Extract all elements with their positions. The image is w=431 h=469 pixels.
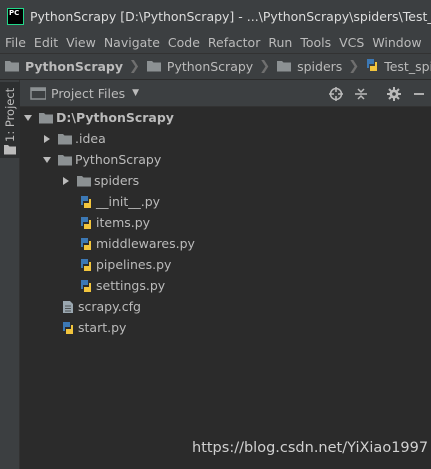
- breadcrumb-item[interactable]: PythonScrapy: [0, 59, 127, 75]
- breadcrumb-label: PythonScrapy: [166, 59, 254, 74]
- expand-arrow-icon[interactable]: [22, 107, 34, 128]
- folder-icon: [38, 110, 54, 126]
- python-file-icon: [78, 257, 94, 273]
- menu-refactor[interactable]: Refactor: [204, 35, 264, 50]
- title-bar: PC PythonScrapy [D:\PythonScrapy] - ...\…: [0, 0, 431, 32]
- panel-title[interactable]: Project Files: [51, 86, 125, 101]
- menu-run[interactable]: Run: [264, 35, 296, 50]
- collapse-all-icon[interactable]: [348, 80, 373, 107]
- tree-row-label: PythonScrapy: [75, 152, 162, 167]
- tree-row-label: __init__.py: [96, 194, 161, 209]
- menu-bar: File Edit View Navigate Code Refactor Ru…: [0, 32, 431, 53]
- tree-row-label: items.py: [96, 215, 151, 230]
- folder-icon: [30, 87, 47, 103]
- tree-row-file[interactable]: start.py: [60, 317, 126, 338]
- menu-window[interactable]: Window: [368, 35, 425, 50]
- python-file-icon: [78, 215, 94, 231]
- breadcrumb-item[interactable]: spiders: [272, 59, 346, 75]
- project-tool-tab[interactable]: 1: Project: [0, 82, 20, 158]
- chevron-right-icon: ❯: [259, 59, 271, 74]
- panel-toolbar: [323, 80, 431, 107]
- python-file-icon: [78, 278, 94, 294]
- folder-icon: [4, 59, 20, 75]
- menu-file[interactable]: File: [0, 35, 30, 50]
- python-file-icon: [78, 236, 94, 252]
- expand-arrow-icon[interactable]: [41, 149, 53, 170]
- folder-icon: [57, 152, 73, 168]
- tree-row-label: settings.py: [96, 278, 166, 293]
- breadcrumb-label: Test_spider.py: [384, 59, 431, 74]
- window-title: PythonScrapy [D:\PythonScrapy] - ...\Pyt…: [30, 8, 431, 24]
- breadcrumb-label: spiders: [297, 59, 343, 74]
- folder-icon: [146, 59, 162, 75]
- tree-row-file[interactable]: items.py: [78, 212, 150, 233]
- menu-navigate[interactable]: Navigate: [100, 35, 164, 50]
- menu-view[interactable]: View: [62, 35, 100, 50]
- menu-code[interactable]: Code: [164, 35, 204, 50]
- tree-row-label: start.py: [78, 320, 127, 335]
- menu-vcs[interactable]: VCS: [335, 35, 368, 50]
- tree-row-file[interactable]: middlewares.py: [78, 233, 195, 254]
- python-file-icon: [60, 320, 76, 336]
- locate-icon[interactable]: [323, 80, 348, 107]
- folder-icon: [276, 59, 292, 75]
- collapse-arrow-icon[interactable]: [41, 128, 53, 149]
- pycharm-logo-icon: PC: [7, 7, 24, 25]
- chevron-right-icon: ❯: [129, 59, 140, 74]
- folder-icon: [76, 173, 92, 189]
- folder-icon: [57, 131, 73, 147]
- python-file-icon: [78, 194, 94, 210]
- project-tree: D:\PythonScrapy .idea PythonScrapy spide…: [20, 107, 431, 469]
- toolbar-divider: [373, 80, 381, 107]
- tree-row-spiders[interactable]: spiders: [60, 170, 139, 191]
- folder-icon: [3, 144, 17, 158]
- tree-row-label: pipelines.py: [96, 257, 172, 272]
- tree-row-file[interactable]: scrapy.cfg: [60, 296, 141, 317]
- project-tool-label: 1: Project: [3, 87, 17, 142]
- breadcrumb: PythonScrapy ❯ PythonScrapy ❯ spiders ❯ …: [0, 53, 431, 80]
- python-file-icon: [365, 58, 379, 75]
- tool-window-strip: 1: Project: [0, 80, 20, 469]
- gear-icon[interactable]: [381, 80, 406, 107]
- hide-icon[interactable]: [406, 80, 431, 107]
- tree-row-file[interactable]: pipelines.py: [78, 254, 171, 275]
- tree-row-label: D:\PythonScrapy: [56, 110, 174, 125]
- menu-tools[interactable]: Tools: [296, 35, 335, 50]
- project-panel-header: Project Files ▼: [20, 80, 431, 107]
- tree-row-file[interactable]: __init__.py: [78, 191, 160, 212]
- config-file-icon: [60, 299, 76, 315]
- breadcrumb-label: PythonScrapy: [25, 59, 124, 74]
- watermark-text: https://blog.csdn.net/YiXiao1997: [192, 440, 429, 456]
- tree-row-label: middlewares.py: [96, 236, 195, 251]
- tree-row-file[interactable]: settings.py: [78, 275, 165, 296]
- tree-row-label: scrapy.cfg: [78, 299, 141, 314]
- dropdown-arrow-icon[interactable]: ▼: [132, 88, 139, 98]
- tree-row-label: .idea: [75, 131, 106, 146]
- tree-row-pythonscrapy[interactable]: PythonScrapy: [41, 149, 161, 170]
- collapse-arrow-icon[interactable]: [60, 170, 72, 191]
- tree-row-label: spiders: [94, 173, 140, 188]
- breadcrumb-item[interactable]: Test_spider.py: [361, 58, 431, 75]
- breadcrumb-item[interactable]: PythonScrapy: [142, 59, 257, 75]
- tree-row-root[interactable]: D:\PythonScrapy: [22, 107, 174, 128]
- chevron-right-icon: ❯: [348, 59, 360, 74]
- menu-edit[interactable]: Edit: [30, 35, 62, 50]
- tree-row-idea[interactable]: .idea: [41, 128, 106, 149]
